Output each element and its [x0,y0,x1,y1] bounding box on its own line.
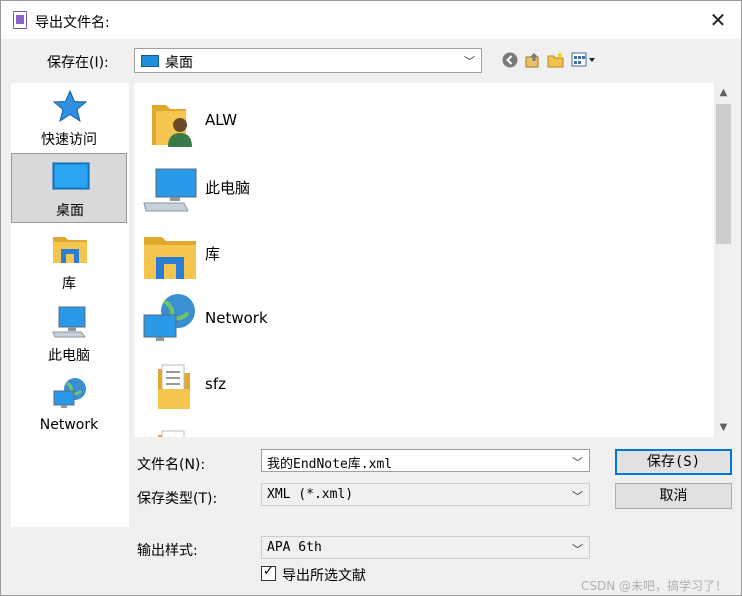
export-selected-checkbox[interactable]: ✓ [261,564,276,581]
filetype-label: 保存类型(T): [137,491,218,507]
list-item[interactable]: sfz [134,351,694,417]
computer-icon [52,306,87,338]
filetype-dropdown[interactable]: XML (*.xml) ﹀ [261,483,590,506]
chevron-down-icon[interactable]: ﹀ [572,454,583,470]
output-style-label: 输出样式: [137,543,198,559]
star-icon [52,89,88,123]
file-name: ALW [205,111,238,129]
place-label: 库 [62,276,76,292]
dialog-title: 导出文件名: [35,15,110,31]
title-bar: 导出文件名: ✕ [1,1,741,39]
scroll-down-icon[interactable]: ▼ [714,418,733,437]
filename-value: 我的EndNote库.xml [267,457,393,472]
library-icon [144,237,196,279]
chevron-down-icon: ﹀ [572,490,583,503]
output-style-value: APA 6th [267,540,322,555]
file-name: 库 [205,245,221,263]
watermark: CSDN @未吧，搞学习了！ [580,579,727,593]
network-icon [53,378,86,408]
save-button[interactable]: 保存(S) [615,449,732,475]
file-name: 此电脑 [205,179,251,197]
filename-field[interactable]: 我的EndNote库.xml ﹀ [261,449,590,472]
view-menu-icon[interactable] [571,51,597,69]
save-in-dropdown[interactable]: 桌面 ﹀ [134,48,482,73]
export-selected-label[interactable]: 导出所选文献 [282,565,366,585]
save-in-value: 桌面 [165,55,193,71]
place-desktop[interactable]: 桌面 [11,153,127,223]
place-this-pc[interactable]: 此电脑 [11,301,127,367]
place-label: 此电脑 [48,348,90,364]
folder-documents-icon [158,364,190,409]
folder-icon [158,430,185,437]
file-name: Network [205,309,268,327]
list-item[interactable]: ALW [134,87,694,153]
computer-icon [143,168,197,212]
filetype-value: XML (*.xml) [267,487,354,502]
export-dialog: 导出文件名: ✕ 保存在(I): 桌面 ﹀ 快速访问 桌面 库 此电脑 Netw… [0,0,742,596]
places-bar: 快速访问 桌面 库 此电脑 Network [11,83,129,527]
checkmark-icon: ✓ [263,564,274,579]
new-folder-icon[interactable] [547,51,565,69]
list-item[interactable] [134,417,694,437]
file-name: sfz [205,375,226,393]
place-label: 快速访问 [41,132,97,148]
file-list: ALW 此电脑 库 Network sfz [134,83,714,437]
back-icon[interactable] [501,51,519,69]
place-label: Network [39,417,99,433]
list-item[interactable]: Network [134,285,694,351]
place-network[interactable]: Network [11,375,127,441]
filename-label: 文件名(N): [137,457,206,473]
desktop-icon [141,55,159,67]
save-in-label: 保存在(I): [47,55,109,71]
user-folder-icon [152,105,192,147]
place-library[interactable]: 库 [11,229,127,295]
chevron-down-icon: ﹀ [464,55,475,68]
cancel-button[interactable]: 取消 [615,483,732,509]
list-item[interactable]: 库 [134,219,694,285]
network-icon [143,294,195,341]
output-style-dropdown[interactable]: APA 6th ﹀ [261,536,590,559]
endnote-app-icon [13,11,27,29]
scroll-up-icon[interactable]: ▲ [714,83,733,102]
up-folder-icon[interactable] [524,51,542,69]
file-list-scrollbar[interactable]: ▲ ▼ [714,83,733,437]
place-quick-access[interactable]: 快速访问 [11,87,127,153]
list-item[interactable]: 此电脑 [134,153,694,219]
library-icon [53,237,87,263]
close-button[interactable]: ✕ [695,1,741,39]
scroll-thumb[interactable] [716,104,731,244]
chevron-down-icon: ﹀ [572,543,583,556]
place-label: 桌面 [56,203,84,219]
desktop-icon [52,162,90,190]
